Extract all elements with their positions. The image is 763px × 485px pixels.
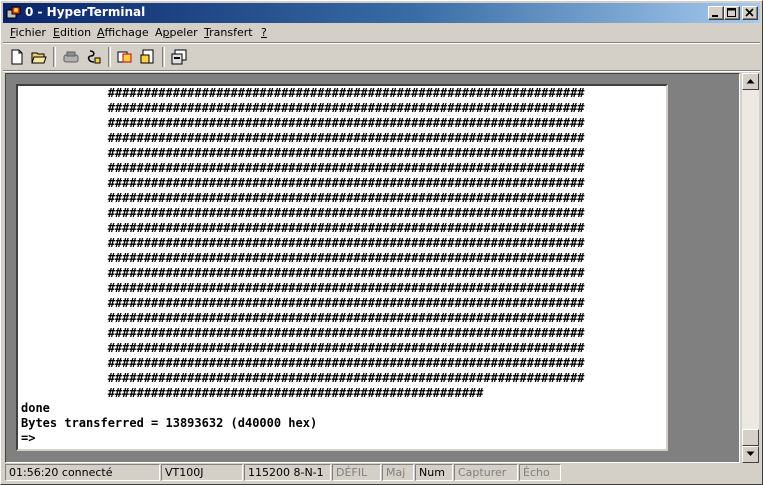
menu-help[interactable]: ? — [261, 26, 267, 39]
menu-affichage-accel: A — [97, 26, 105, 39]
terminal-hash-row: ########################################… — [21, 281, 585, 295]
toolbar-separator-line — [3, 70, 760, 72]
menu-appeler-rest: peler — [169, 26, 198, 39]
terminal-hash-row: ########################################… — [21, 311, 585, 325]
status-caps-lock: Maj — [382, 464, 414, 481]
terminal-hash-row-last: ########################################… — [21, 386, 484, 400]
minimize-button[interactable] — [708, 6, 724, 20]
connect-icon — [63, 51, 79, 63]
toolbar-separator — [53, 47, 56, 67]
new-icon — [11, 49, 23, 65]
menu-appeler-accel: p — [162, 26, 170, 39]
scroll-down-button[interactable] — [742, 446, 759, 463]
arrow-up-icon — [746, 79, 755, 84]
status-scroll-lock: DÉFIL — [332, 464, 381, 481]
maximize-button[interactable] — [724, 6, 740, 20]
terminal-hash-row: ########################################… — [21, 371, 585, 385]
status-capture: Capturer — [454, 464, 518, 481]
menu-appeler-pre: A — [155, 26, 163, 39]
terminal-hash-row: ########################################… — [21, 131, 585, 145]
open-button[interactable] — [28, 46, 50, 68]
terminal-area: ########################################… — [5, 73, 740, 463]
menu-edition-accel: E — [53, 26, 60, 39]
disconnect-button[interactable] — [83, 46, 105, 68]
terminal-hash-row: ########################################… — [21, 101, 585, 115]
menu-bar: Fichier Edition Affichage Appeler Transf… — [3, 23, 760, 42]
menu-fichier-rest: ichier — [15, 26, 46, 39]
send-icon — [117, 51, 132, 63]
terminal-hash-row: ########################################… — [21, 161, 585, 175]
properties-button[interactable] — [168, 46, 190, 68]
terminal-hash-row: ########################################… — [21, 236, 585, 250]
menu-appeler[interactable]: Appeler — [155, 26, 198, 39]
terminal-line-bytes: Bytes transferred = 13893632 (d40000 hex… — [21, 416, 318, 430]
terminal-hash-row: ########################################… — [21, 356, 585, 370]
title-bar[interactable]: 0 - HyperTerminal — [3, 3, 760, 23]
menu-affichage[interactable]: Affichage — [97, 26, 149, 39]
status-emulation: VT100J — [161, 464, 243, 481]
status-connection-time: 01:56:20 connecté — [5, 464, 160, 481]
hyperterminal-app-icon[interactable] — [6, 5, 22, 21]
scroll-up-button[interactable] — [742, 73, 759, 90]
toolbar — [3, 44, 760, 70]
arrow-down-icon — [746, 451, 755, 456]
toolbar-separator-3 — [162, 47, 165, 67]
status-port-settings: 115200 8-N-1 — [244, 464, 331, 481]
send-button[interactable] — [114, 46, 136, 68]
menu-fichier[interactable]: Fichier — [10, 26, 46, 39]
terminal-hash-row: ########################################… — [21, 221, 585, 235]
receive-button[interactable] — [137, 46, 159, 68]
menu-edition[interactable]: Edition — [53, 26, 91, 39]
terminal-hash-row: ########################################… — [21, 86, 585, 100]
terminal-screen[interactable]: ########################################… — [16, 84, 668, 451]
menu-transfert[interactable]: Transfert — [204, 26, 253, 39]
properties-icon — [171, 49, 187, 65]
window-title: 0 - HyperTerminal — [25, 5, 146, 19]
open-icon — [31, 52, 47, 64]
terminal-hash-row: ########################################… — [21, 146, 585, 160]
terminal-hash-row: ########################################… — [21, 116, 585, 130]
new-button[interactable] — [6, 46, 28, 68]
terminal-line-done: done — [21, 401, 50, 415]
close-button[interactable] — [742, 6, 758, 20]
terminal-hash-row: ########################################… — [21, 251, 585, 265]
terminal-hash-row: ########################################… — [21, 176, 585, 190]
terminal-hash-row: ########################################… — [21, 296, 585, 310]
terminal-hash-row: ########################################… — [21, 191, 585, 205]
toolbar-separator-2 — [108, 47, 111, 67]
terminal-hash-row: ########################################… — [21, 341, 585, 355]
menu-affichage-rest: ffichage — [104, 26, 149, 39]
terminal-hash-row: ########################################… — [21, 206, 585, 220]
status-bar: 01:56:20 connecté VT100J 115200 8-N-1 DÉ… — [3, 463, 760, 483]
vertical-scrollbar[interactable] — [742, 73, 759, 463]
status-echo: Écho — [519, 464, 561, 481]
disconnect-icon — [87, 50, 101, 64]
terminal-output: ########################################… — [21, 86, 585, 446]
connect-button[interactable] — [60, 46, 82, 68]
menu-edition-rest: dition — [59, 26, 92, 39]
terminal-prompt: => — [21, 431, 36, 445]
status-num-lock: Num — [415, 464, 453, 481]
menu-transfert-rest: ransfert — [209, 26, 253, 39]
receive-icon — [140, 49, 154, 64]
menu-help-accel: ? — [261, 26, 267, 39]
scroll-thumb[interactable] — [742, 429, 759, 446]
terminal-hash-row: ########################################… — [21, 266, 585, 280]
terminal-hash-row: ########################################… — [21, 326, 585, 340]
hyperterminal-window: 0 - HyperTerminal Fichier Edition Affich… — [0, 0, 763, 485]
